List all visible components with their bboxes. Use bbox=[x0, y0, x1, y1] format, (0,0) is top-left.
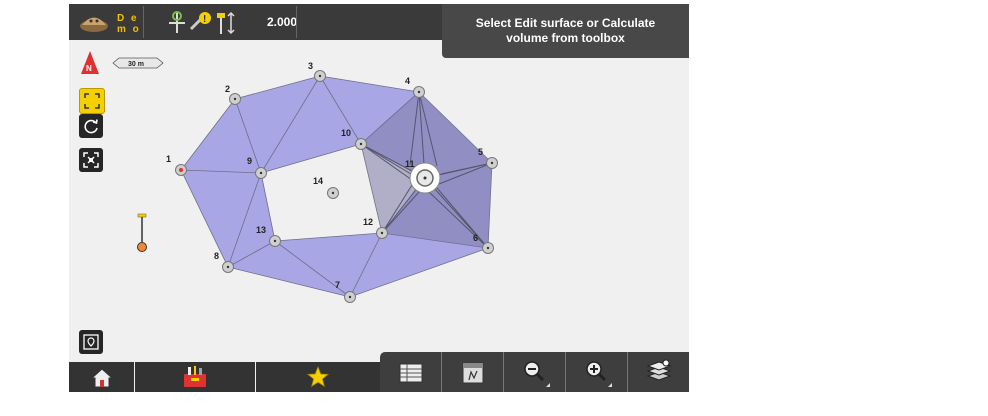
point-8[interactable] bbox=[222, 261, 234, 273]
point-6[interactable] bbox=[482, 242, 494, 254]
divider bbox=[143, 6, 144, 38]
point-label-10: 10 bbox=[341, 128, 351, 138]
point-3[interactable] bbox=[314, 70, 326, 82]
map-layers-icon bbox=[83, 334, 99, 350]
receiver-dome-icon bbox=[80, 17, 108, 32]
point-2[interactable] bbox=[229, 93, 241, 105]
scale-bar: 30 m bbox=[112, 57, 164, 69]
layers-icon bbox=[646, 359, 672, 381]
gps-status-button[interactable]: ! bbox=[165, 7, 261, 37]
point-label-7: 7 bbox=[335, 280, 340, 290]
zoom-in-button[interactable] bbox=[566, 352, 627, 392]
point-4[interactable] bbox=[413, 86, 425, 98]
point-list-icon bbox=[399, 363, 423, 383]
point-label-5: 5 bbox=[478, 147, 483, 157]
center-on-position-button[interactable] bbox=[79, 148, 103, 172]
demo-label-line1: D e bbox=[117, 13, 139, 24]
demo-label-line2: m o bbox=[117, 24, 141, 35]
point-label-3: 3 bbox=[308, 61, 313, 71]
zoom-in-icon bbox=[586, 361, 612, 387]
home-icon bbox=[90, 368, 114, 388]
point-label-8: 8 bbox=[214, 251, 219, 261]
point-label-6: 6 bbox=[473, 233, 478, 243]
zoom-out-button[interactable] bbox=[504, 352, 565, 392]
rover-position-icon bbox=[137, 213, 147, 252]
zoom-extents-button[interactable] bbox=[79, 88, 105, 114]
point-10[interactable] bbox=[355, 138, 367, 150]
antenna-height-value: 2.000 bbox=[267, 15, 298, 29]
satellite-warning-icon: ! bbox=[189, 12, 211, 31]
point-list-button[interactable] bbox=[380, 352, 441, 392]
point-label-14: 14 bbox=[313, 176, 323, 186]
north-label: N bbox=[86, 64, 92, 73]
scale-label: 30 m bbox=[128, 61, 144, 68]
edit-surface-icon bbox=[462, 362, 484, 384]
map-view[interactable]: 1 2 3 4 5 6 7 8 9 10 11 12 13 14 N 30 m bbox=[69, 40, 689, 362]
point-label-11: 11 bbox=[405, 159, 415, 169]
point-label-9: 9 bbox=[247, 156, 252, 166]
instruction-toast: Select Edit surface or Calculate volume … bbox=[442, 4, 689, 58]
demo-project-button[interactable]: D e m o bbox=[77, 8, 141, 36]
point-7[interactable] bbox=[344, 291, 356, 303]
map-layers-button[interactable] bbox=[79, 330, 103, 354]
svg-text:!: ! bbox=[203, 14, 206, 25]
pole-height-icon bbox=[217, 11, 235, 35]
refresh-button[interactable] bbox=[79, 114, 103, 138]
refresh-icon bbox=[84, 119, 98, 134]
point-12[interactable] bbox=[376, 227, 388, 239]
point-label-2: 2 bbox=[225, 84, 230, 94]
home-button[interactable] bbox=[69, 362, 134, 392]
point-label-1: 1 bbox=[166, 154, 171, 164]
favorites-button[interactable] bbox=[256, 362, 380, 392]
demo-label: D e m o bbox=[117, 13, 141, 35]
point-label-12: 12 bbox=[363, 217, 373, 227]
point-label-13: 13 bbox=[256, 225, 266, 235]
zoom-out-icon bbox=[524, 361, 550, 387]
point-5[interactable] bbox=[486, 157, 498, 169]
edit-surface-button[interactable] bbox=[442, 352, 503, 392]
surface-toolbox bbox=[380, 352, 689, 392]
north-arrow-icon: N bbox=[81, 51, 99, 74]
point-1[interactable] bbox=[175, 164, 187, 176]
app-window: D e m o ! 2.000 Select Edit surface or C… bbox=[69, 4, 689, 392]
instruction-text: Select Edit surface or Calculate volume … bbox=[475, 16, 656, 45]
favorites-star-icon bbox=[306, 365, 330, 388]
surface-map-canvas[interactable]: 1 2 3 4 5 6 7 8 9 10 11 12 13 14 N 30 m bbox=[69, 40, 689, 362]
zoom-extents-icon bbox=[84, 93, 100, 109]
point-9[interactable] bbox=[255, 167, 267, 179]
divider bbox=[296, 6, 297, 38]
center-target-icon bbox=[83, 152, 99, 168]
layers-button[interactable] bbox=[628, 352, 689, 392]
point-14[interactable] bbox=[327, 187, 339, 199]
point-13[interactable] bbox=[269, 235, 281, 247]
point-label-4: 4 bbox=[405, 76, 410, 86]
satellite-antenna-icon bbox=[169, 11, 185, 33]
toolbox-icon bbox=[184, 366, 206, 387]
toolbox-menu-button[interactable] bbox=[135, 362, 255, 392]
